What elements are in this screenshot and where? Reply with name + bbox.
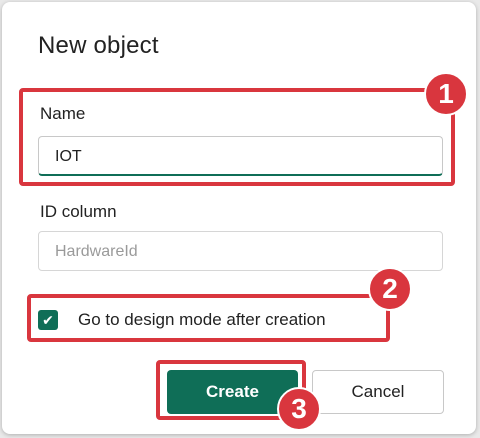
step-2-badge: 2 xyxy=(368,267,412,311)
cancel-button[interactable]: Cancel xyxy=(312,370,444,414)
dialog-title: New object xyxy=(38,32,159,59)
step-2-highlight xyxy=(27,294,390,342)
id-column-label: ID column xyxy=(40,202,117,221)
step-1-badge: 1 xyxy=(424,72,468,116)
id-column-input[interactable]: HardwareId xyxy=(38,231,443,271)
step-3-badge: 3 xyxy=(277,387,321,431)
step-1-highlight xyxy=(19,88,455,186)
